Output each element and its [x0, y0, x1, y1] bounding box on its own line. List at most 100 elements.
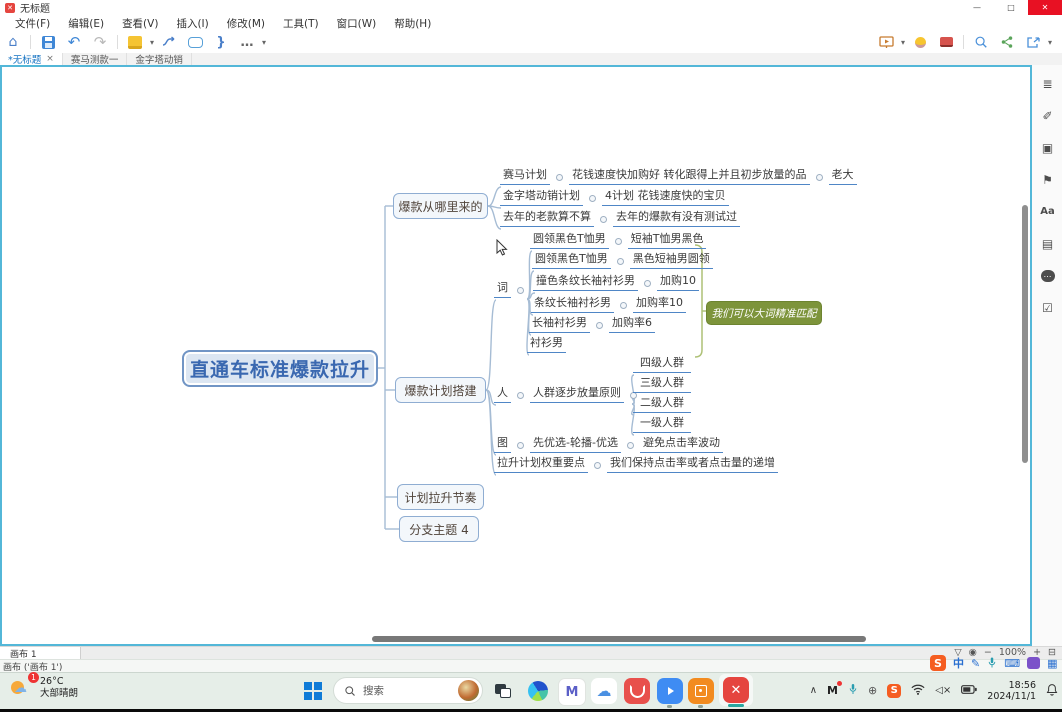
theme-icon[interactable]	[125, 33, 145, 51]
horizontal-scrollbar[interactable]	[372, 636, 866, 642]
node-laoda[interactable]: 老大	[829, 168, 857, 185]
menu-edit[interactable]: 编辑(E)	[59, 16, 113, 31]
node-keyword-note[interactable]: 加购率10	[633, 296, 686, 313]
node-keyword[interactable]: 长袖衬衫男	[529, 316, 590, 333]
tray-m-icon[interactable]: M	[827, 684, 838, 697]
node-keyword-note[interactable]: 短袖T恤男黑色	[628, 232, 707, 249]
sogou-logo-icon[interactable]: S	[930, 655, 946, 671]
image-icon[interactable]: ▣	[1039, 139, 1056, 156]
node-row[interactable]: 二级人群	[633, 396, 691, 413]
save-icon[interactable]	[38, 33, 58, 51]
boundary-icon[interactable]	[185, 33, 205, 51]
tray-mic-icon[interactable]	[848, 682, 858, 699]
node-saima-plan[interactable]: 赛马计划	[500, 168, 550, 185]
maximize-button[interactable]: □	[994, 0, 1028, 15]
node-weight-note[interactable]: 我们保持点击率或者点击量的递增	[607, 456, 778, 473]
node-row[interactable]: 去年的老款算不算 去年的爆款有没有测试过	[500, 210, 740, 227]
edge-browser-icon[interactable]	[525, 678, 551, 704]
node-weight-label[interactable]: 拉升计划权重要点	[494, 456, 588, 473]
taskbar-search[interactable]: 搜索	[333, 677, 483, 704]
menu-modify[interactable]: 修改(M)	[218, 16, 274, 31]
central-topic[interactable]: 直通车标准爆款拉升	[182, 350, 378, 387]
node-row[interactable]: 四级人群	[633, 356, 691, 373]
notification-bell-icon[interactable]	[1046, 683, 1058, 699]
node-row[interactable]: 衬衫男	[527, 336, 566, 353]
ime-mode-icon[interactable]: 中	[953, 655, 964, 671]
node-picture-note[interactable]: 避免点击率波动	[640, 436, 723, 453]
node-keyword[interactable]: 撞色条纹长袖衬衫男	[533, 274, 638, 291]
outline-icon[interactable]: ≣	[1039, 75, 1056, 92]
node-row[interactable]: 拉升计划权重要点 我们保持点击率或者点击量的递增	[494, 456, 778, 473]
task-view-button[interactable]	[490, 678, 516, 704]
volume-muted-icon[interactable]: ◁×	[935, 685, 951, 696]
clock[interactable]: 18:56 2024/11/1	[987, 680, 1036, 702]
tab-close-icon[interactable]: ×	[46, 54, 54, 64]
xmind-active-app[interactable]: ✕	[719, 674, 753, 706]
node-row[interactable]: 人 人群逐步放量原则	[494, 386, 643, 403]
menu-window[interactable]: 窗口(W)	[328, 16, 386, 31]
share-icon[interactable]	[997, 33, 1017, 51]
node-keyword[interactable]: 圆领黑色T恤男	[532, 252, 611, 269]
node-row[interactable]: 图 先优选-轮播-优选 避免点击率波动	[494, 436, 723, 453]
weather-widget[interactable]: ☁ 1 26°C 大部晴朗	[10, 676, 78, 700]
branch-where-hot-items-come-from[interactable]: 爆款从哪里来的	[393, 193, 488, 219]
node-person-label[interactable]: 人	[494, 386, 511, 403]
summary-icon[interactable]: }	[211, 33, 231, 51]
handwriting-icon[interactable]: ✎	[971, 657, 980, 670]
blue-app-icon[interactable]	[657, 678, 683, 704]
comment-icon[interactable]: …	[1039, 267, 1056, 284]
flag-icon[interactable]: ⚑	[1039, 171, 1056, 188]
node-row[interactable]: 三级人群	[633, 376, 691, 393]
mindmap-canvas[interactable]	[0, 65, 1032, 646]
node-row[interactable]: 圆领黑色T恤男 黑色短袖男圆领	[532, 252, 713, 269]
more-tools-icon[interactable]: …	[237, 33, 257, 51]
menu-file[interactable]: 文件(F)	[6, 16, 59, 31]
font-icon[interactable]: Aa	[1039, 203, 1056, 220]
redo-icon[interactable]: ↷	[90, 33, 110, 51]
node-keyword[interactable]: 圆领黑色T恤男	[530, 232, 609, 249]
search-icon[interactable]	[971, 33, 991, 51]
node-pyramid-plan[interactable]: 金字塔动销计划	[500, 189, 583, 206]
node-audience-level[interactable]: 二级人群	[633, 396, 691, 413]
tab-jinzita[interactable]: 金字塔动销	[127, 53, 192, 65]
node-row[interactable]: 条纹长袖衬衫男 加购率10	[531, 296, 686, 313]
node-keyword-note[interactable]: 黑色短袖男圆领	[630, 252, 713, 269]
skin-icon[interactable]	[1027, 657, 1040, 669]
home-icon[interactable]: ⌂	[3, 33, 23, 51]
node-picture-rule[interactable]: 先优选-轮播-优选	[530, 436, 621, 453]
menu-help[interactable]: 帮助(H)	[385, 16, 440, 31]
branch-plan-rhythm[interactable]: 计划拉升节奏	[397, 484, 484, 510]
node-audience-level[interactable]: 一级人群	[633, 416, 691, 433]
vertical-scrollbar[interactable]	[1022, 205, 1028, 463]
toolbox-icon[interactable]: ▦	[1047, 657, 1057, 670]
start-button[interactable]	[300, 678, 326, 704]
tray-sogou-icon[interactable]: S	[887, 684, 901, 698]
menu-tools[interactable]: 工具(T)	[274, 16, 328, 31]
export-icon[interactable]	[1023, 33, 1043, 51]
node-row[interactable]: 金字塔动销计划 4计划 花钱速度快的宝贝	[500, 189, 729, 206]
node-keyword[interactable]: 衬衫男	[527, 336, 566, 353]
more-caret-icon[interactable]: ▾	[260, 38, 268, 47]
node-row[interactable]: 长袖衬衫男 加购率6	[529, 316, 655, 333]
slideshow-caret-icon[interactable]: ▾	[899, 38, 907, 47]
battery-icon[interactable]	[961, 684, 977, 697]
note-icon[interactable]: ▤	[1039, 235, 1056, 252]
node-word-label[interactable]: 词	[494, 281, 511, 298]
voice-input-icon[interactable]	[987, 654, 997, 673]
branch-plan-building[interactable]: 爆款计划搭建	[395, 377, 486, 403]
node-row[interactable]: 赛马计划 花钱速度快加购好 转化跟得上并且初步放量的品 老大	[500, 168, 857, 185]
node-row[interactable]: 圆领黑色T恤男 短袖T恤男黑色	[530, 232, 706, 249]
relationship-icon[interactable]	[159, 33, 179, 51]
close-button[interactable]: ✕	[1028, 0, 1062, 15]
node-audience-level[interactable]: 四级人群	[633, 356, 691, 373]
task-icon[interactable]: ☑	[1039, 299, 1056, 316]
node-lastyear[interactable]: 去年的老款算不算	[500, 210, 594, 227]
branch-topic-4[interactable]: 分支主题 4	[399, 516, 479, 542]
tray-chevron-icon[interactable]: ∧	[810, 685, 817, 696]
node-person-rule[interactable]: 人群逐步放量原则	[530, 386, 624, 403]
node-keyword-note[interactable]: 加购率6	[609, 316, 655, 333]
node-saima-desc[interactable]: 花钱速度快加购好 转化跟得上并且初步放量的品	[569, 168, 810, 185]
minimize-button[interactable]: —	[960, 0, 994, 15]
node-row[interactable]: 撞色条纹长袖衬衫男 加购10	[533, 274, 699, 291]
theme-caret-icon[interactable]: ▾	[148, 38, 156, 47]
